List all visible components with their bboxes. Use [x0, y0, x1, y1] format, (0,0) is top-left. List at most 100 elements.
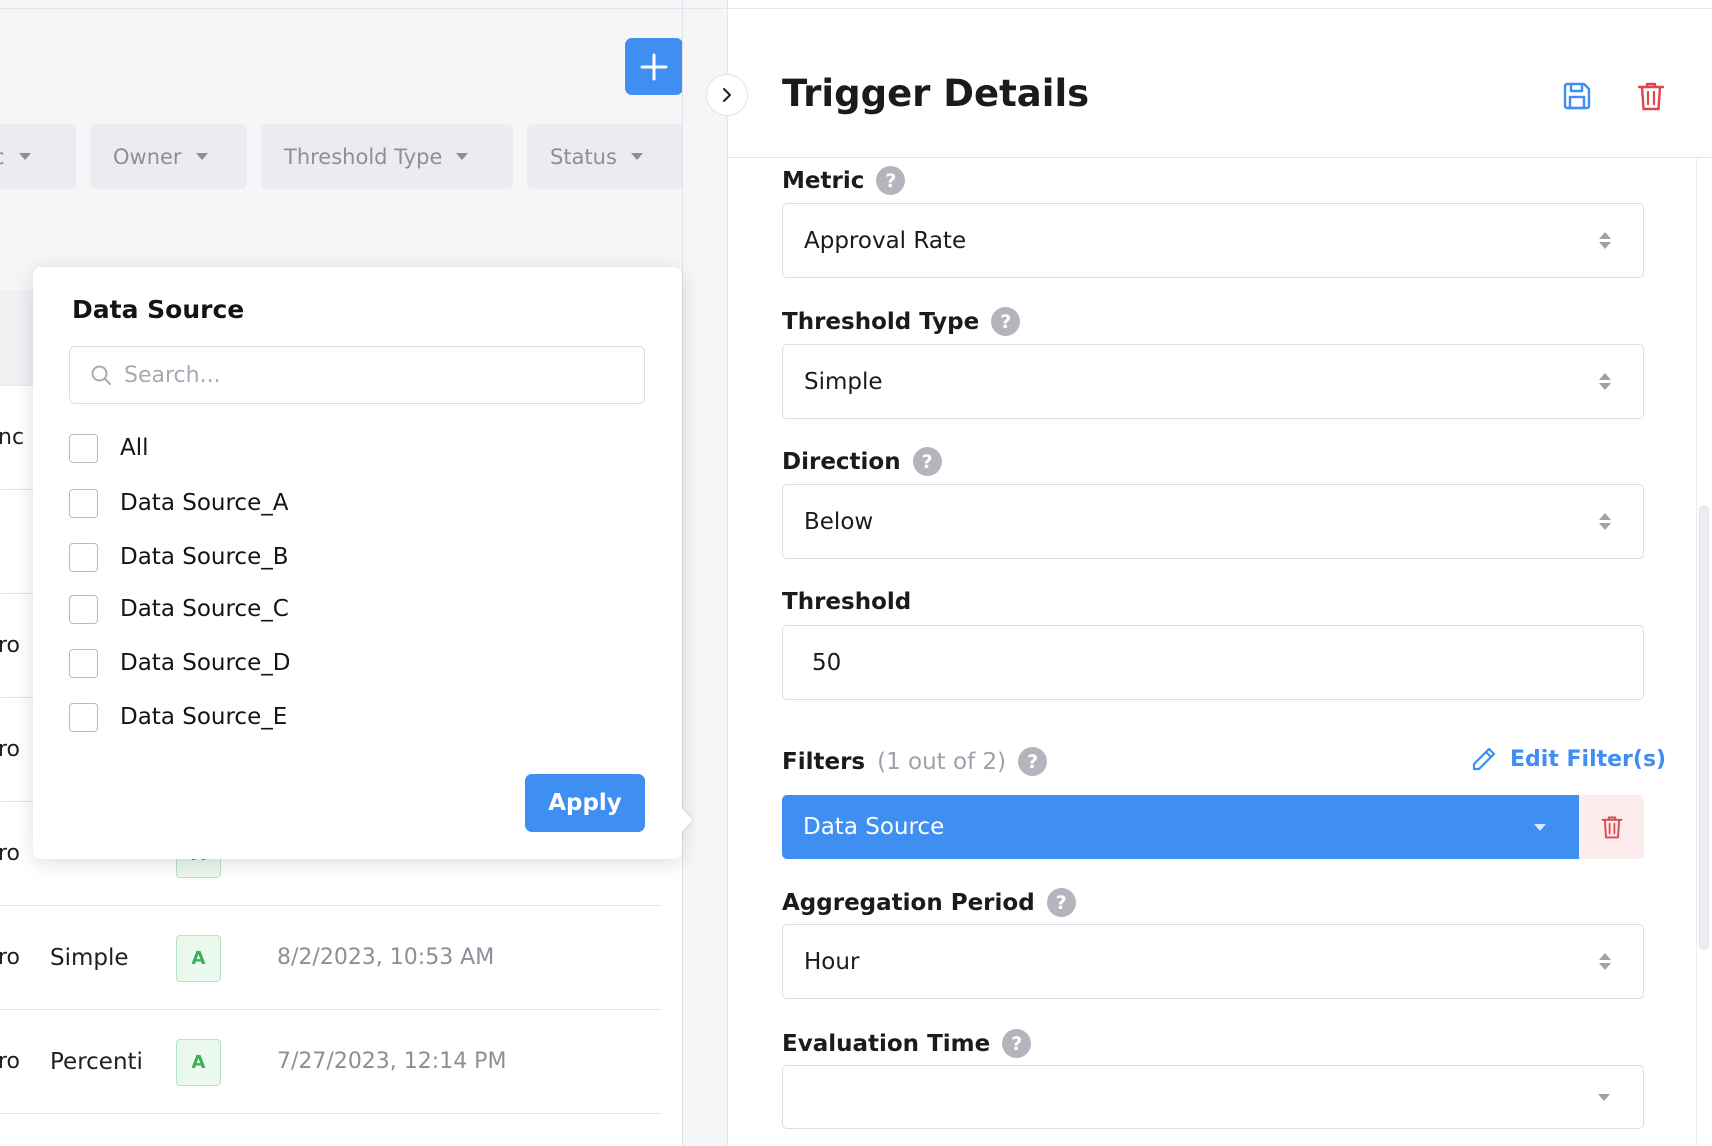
table-row[interactable]: ro Simple A 8/2/2023, 10:53 AM	[0, 906, 662, 1010]
aggregation-period-label: Aggregation Period ?	[782, 888, 1076, 917]
threshold-input[interactable]	[782, 625, 1644, 700]
help-icon[interactable]: ?	[876, 166, 906, 195]
remove-filter-button[interactable]	[1579, 795, 1644, 859]
sort-arrows-icon	[1599, 232, 1611, 249]
filter-chip-label: Owner	[113, 144, 182, 169]
edit-filters-link[interactable]: Edit Filter(s)	[1470, 745, 1666, 773]
select-value: Simple	[804, 368, 883, 395]
top-divider	[0, 8, 727, 9]
popup-title: Data Source	[72, 295, 245, 324]
option-data-source-a[interactable]: Data Source_A	[69, 488, 288, 518]
filter-chip-owner[interactable]: Owner	[90, 124, 247, 189]
chevron-right-icon	[723, 88, 731, 102]
option-label: Data Source_A	[120, 490, 289, 516]
trash-icon	[1637, 82, 1665, 111]
checkbox[interactable]	[69, 648, 98, 678]
caret-down-icon	[1534, 824, 1546, 831]
sort-arrows-icon	[1599, 513, 1611, 530]
direction-label: Direction ?	[782, 447, 942, 476]
label-text: Evaluation Time	[782, 1030, 991, 1057]
help-icon[interactable]: ?	[1002, 1029, 1032, 1058]
aggregation-period-select[interactable]: Hour	[782, 924, 1644, 999]
save-button[interactable]	[1561, 80, 1593, 116]
cell-name: ro	[0, 633, 21, 658]
filters-label: Filters (1 out of 2) ?	[782, 747, 1048, 776]
checkbox[interactable]	[69, 542, 98, 572]
help-icon[interactable]: ?	[1018, 747, 1048, 776]
label-text: Threshold Type	[782, 308, 980, 335]
metric-label: Metric ?	[782, 166, 906, 195]
cell-name: ro	[0, 737, 21, 762]
table-row[interactable]: ro Percenti A 7/27/2023, 12:14 PM	[0, 1010, 662, 1114]
collapse-panel-button[interactable]	[706, 74, 748, 116]
cell-name: ro	[0, 945, 21, 970]
option-label: Data Source_B	[120, 544, 289, 570]
checkbox[interactable]	[69, 488, 98, 518]
filter-select-data-source[interactable]: Data Source	[782, 795, 1579, 859]
threshold-type-select[interactable]: Simple	[782, 344, 1644, 419]
add-trigger-button[interactable]	[625, 38, 683, 95]
checkbox[interactable]	[69, 702, 98, 732]
status-badge: A	[176, 935, 221, 982]
scrollbar-thumb[interactable]	[1699, 505, 1709, 950]
option-label: Data Source_E	[120, 704, 288, 730]
header-divider	[728, 157, 1712, 158]
filter-chip-threshold-type[interactable]: Threshold Type	[261, 124, 513, 189]
caret-down-icon	[18, 153, 31, 160]
caret-down-icon	[456, 153, 469, 160]
option-data-source-c[interactable]: Data Source_C	[69, 594, 289, 624]
label-text: Filters	[782, 748, 866, 775]
option-data-source-b[interactable]: Data Source_B	[69, 542, 289, 572]
label-text: Direction	[782, 448, 901, 475]
filter-chip-data-source[interactable]: c	[0, 124, 76, 189]
top-divider	[728, 8, 1712, 9]
evaluation-time-label: Evaluation Time ?	[782, 1029, 1032, 1058]
select-value: Hour	[804, 948, 860, 975]
apply-button[interactable]: Apply	[525, 774, 645, 832]
label-text: Aggregation Period	[782, 889, 1035, 916]
scrollbar-track	[1696, 157, 1697, 1146]
search-input[interactable]	[124, 362, 624, 388]
metric-select[interactable]: Approval Rate	[782, 203, 1644, 278]
search-field[interactable]	[69, 346, 645, 404]
cell-updated: 7/27/2023, 12:14 PM	[277, 1049, 507, 1074]
filters-count: (1 out of 2)	[877, 748, 1007, 775]
checkbox[interactable]	[69, 594, 98, 624]
help-icon[interactable]: ?	[1046, 888, 1076, 917]
label-text: Threshold	[782, 589, 912, 615]
page-title: Trigger Details	[782, 72, 1090, 115]
list-divider	[682, 0, 683, 1146]
checkbox[interactable]	[69, 433, 98, 463]
option-all[interactable]: All	[69, 433, 149, 463]
trigger-details-panel: Trigger Details Metric ? Approval Rate T…	[727, 0, 1712, 1146]
option-data-source-e[interactable]: Data Source_E	[69, 702, 287, 732]
threshold-type-label: Threshold Type ?	[782, 307, 1021, 336]
option-label: All	[120, 435, 149, 461]
select-value: Approval Rate	[804, 227, 967, 254]
threshold-label: Threshold	[782, 589, 911, 615]
caret-down-icon	[630, 153, 643, 160]
cell-threshold-type: Percenti	[50, 1048, 143, 1075]
label-text: Metric	[782, 167, 865, 194]
help-icon[interactable]: ?	[991, 307, 1021, 336]
help-icon[interactable]: ?	[912, 447, 942, 476]
caret-down-icon	[195, 153, 208, 160]
select-value: Below	[804, 508, 874, 535]
delete-trigger-button[interactable]	[1636, 80, 1666, 116]
trash-icon	[1600, 816, 1623, 839]
search-icon	[91, 365, 111, 385]
cell-name: ro	[0, 1049, 21, 1074]
caret-down-icon	[1598, 1094, 1610, 1101]
save-icon	[1563, 82, 1591, 110]
filter-chip-label: Threshold Type	[284, 144, 443, 169]
filter-chip-status[interactable]: Status	[527, 124, 683, 189]
direction-select[interactable]: Below	[782, 484, 1644, 559]
cell-name: nc	[0, 425, 25, 450]
status-badge: A	[176, 1039, 221, 1086]
filter-chip-label: Status	[550, 144, 617, 169]
sort-arrows-icon	[1599, 953, 1611, 970]
popup-pointer	[680, 806, 692, 834]
option-data-source-d[interactable]: Data Source_D	[69, 648, 290, 678]
evaluation-time-select[interactable]	[782, 1065, 1644, 1129]
pencil-icon	[1472, 747, 1496, 771]
